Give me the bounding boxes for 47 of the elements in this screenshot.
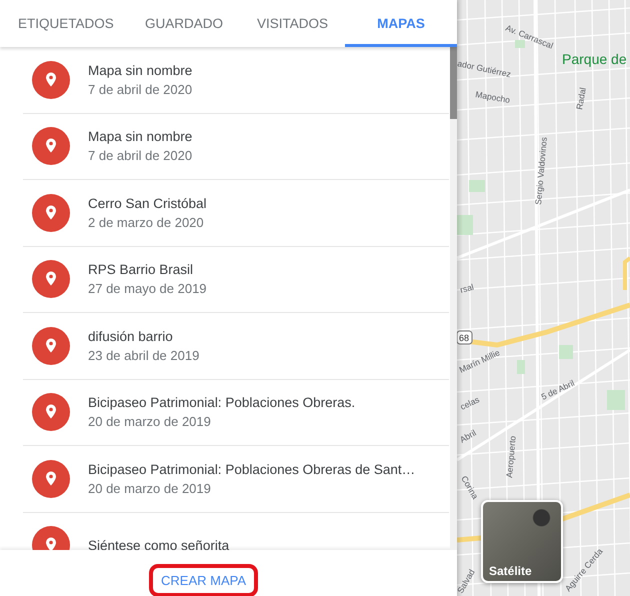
street-label: Radal: [574, 86, 588, 110]
map-title: Mapa sin nombre: [88, 129, 192, 144]
map-title: Bicipaseo Patrimonial: Poblaciones Obreras.: [88, 395, 356, 410]
map-date: 7 de abril de 2020: [88, 148, 192, 164]
street-label: Abril: [458, 428, 478, 445]
map-pin-icon: [32, 260, 70, 298]
map-list-item[interactable]: difusión barrio 23 de abril de 2019: [23, 313, 449, 380]
map-list-item[interactable]: Cerro San Cristóbal 2 de marzo de 2020: [23, 180, 449, 246]
map-pin-icon: [32, 326, 70, 365]
map-pin-icon: [32, 127, 70, 166]
map-title: Cerro San Cristóbal: [88, 196, 207, 211]
map-pin-icon: [32, 460, 70, 498]
map-title: Mapa sin nombre: [88, 62, 192, 78]
street-label: 5 de Abril: [540, 378, 576, 402]
map-title: Siéntese como señorita: [88, 538, 230, 550]
map-date: 23 de abril de 2019: [88, 348, 200, 363]
map-date: 27 de mayo de 2019: [88, 281, 207, 296]
map-title: RPS Barrio Brasil: [88, 262, 194, 278]
tab[interactable]: GUARDADO: [128, 0, 240, 47]
map-list-item[interactable]: Bicipaseo Patrimonial: Poblaciones Obreras. 20 de marzo de 2019: [23, 380, 449, 446]
street-label: celas: [458, 394, 481, 412]
map-date: 20 de marzo de 2019: [88, 480, 212, 496]
scrollbar[interactable]: [450, 47, 457, 550]
tab[interactable]: VISITADOS: [240, 0, 345, 47]
street-label: ador Gutiérrez: [457, 58, 512, 80]
create-map-button[interactable]: CREAR MAPA: [159, 570, 248, 591]
map-title: difusión barrio: [88, 328, 174, 344]
street-label: rsal: [458, 282, 475, 295]
map-date: 20 de marzo de 2019: [88, 414, 212, 430]
park-label: Parque de: [562, 51, 627, 67]
map-pin-icon: [32, 60, 70, 99]
map-date: 7 de abril de 2020: [88, 82, 192, 97]
map-list-item[interactable]: Bicipaseo Patrimonial: Poblaciones Obreras de Sant… 20 de marzo de 2019: [23, 446, 449, 512]
street-label: Marín Millie: [458, 347, 502, 375]
map-pin-icon: [32, 194, 70, 232]
street-label: Aeropuerto: [504, 435, 518, 478]
street-label: Mapocho: [474, 89, 511, 106]
map-pin-icon: [32, 393, 70, 432]
map-title: Bicipaseo Patrimonial: Poblaciones Obreras de Sant…: [88, 462, 416, 477]
map-list-item[interactable]: Mapa sin nombre 7 de abril de 2020: [23, 47, 449, 114]
route-shield: 68: [457, 330, 472, 344]
map-list-item[interactable]: Mapa sin nombre 7 de abril de 2020: [23, 114, 449, 180]
map-list-item[interactable]: RPS Barrio Brasil 27 de mayo de 2019: [23, 246, 449, 313]
map-date: 2 de marzo de 2020: [88, 214, 205, 230]
street-label: Sergio Valdovinos: [533, 136, 549, 206]
satellite-layer-button[interactable]: Satélite: [481, 500, 563, 583]
tab[interactable]: ETIQUETADOS: [0, 0, 128, 47]
